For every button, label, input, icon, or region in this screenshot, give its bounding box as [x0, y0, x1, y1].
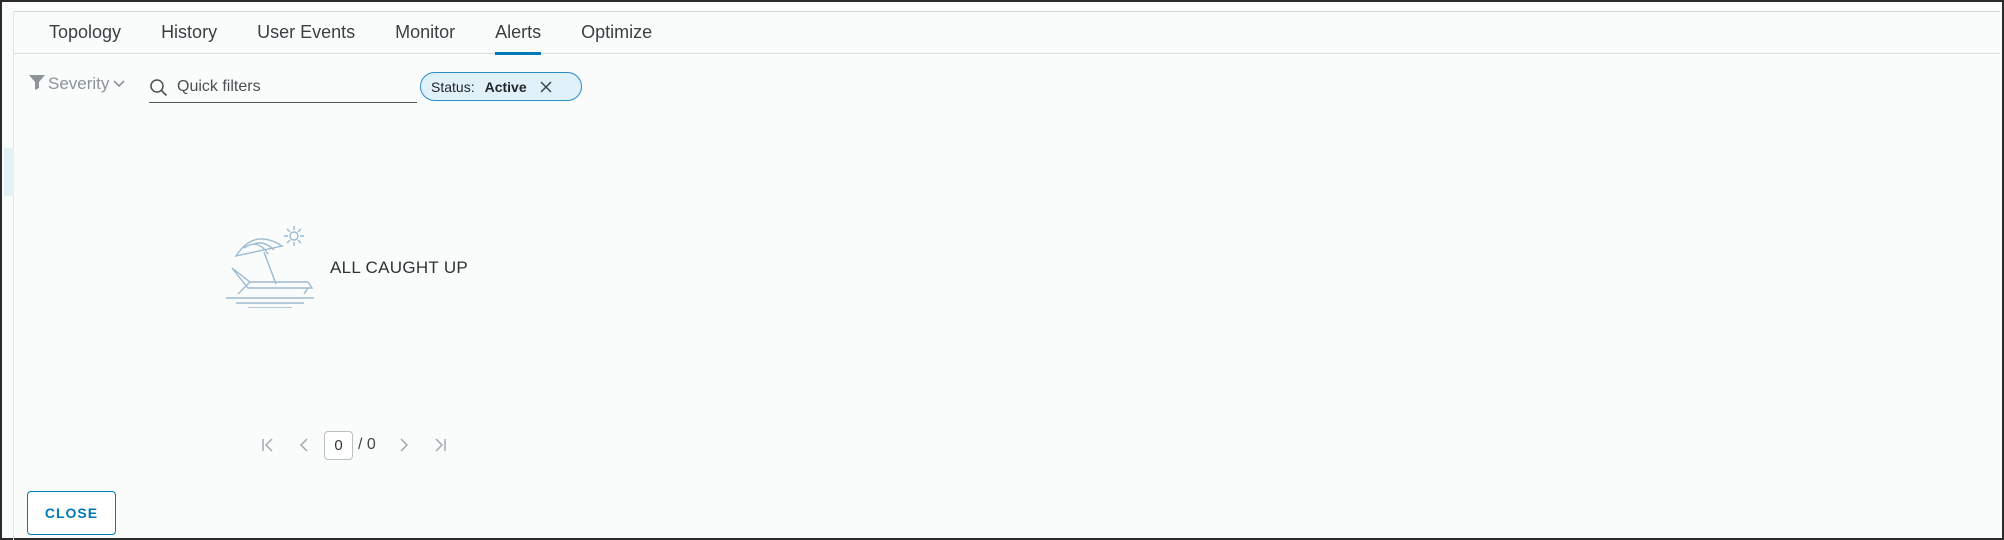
status-filter-chip: Status: Active — [420, 72, 582, 101]
side-gutter — [4, 12, 14, 540]
page-total: / 0 — [358, 436, 376, 453]
tab-monitor[interactable]: Monitor — [395, 12, 455, 54]
filter-toolbar: Severity Status: Active — [14, 62, 2000, 112]
tab-topology[interactable]: Topology — [49, 12, 121, 54]
empty-state-label: ALL CAUGHT UP — [330, 257, 469, 277]
tab-bar: Topology History User Events Monitor Ale… — [14, 12, 2000, 55]
tab-optimize[interactable]: Optimize — [581, 12, 652, 54]
search-icon — [149, 77, 169, 97]
tab-history[interactable]: History — [161, 12, 217, 54]
filter-icon — [28, 73, 48, 96]
first-page-button[interactable] — [250, 429, 286, 461]
tab-user-events[interactable]: User Events — [257, 12, 355, 54]
previous-page-button[interactable] — [286, 429, 322, 461]
tab-alerts[interactable]: Alerts — [495, 12, 542, 55]
close-icon[interactable] — [539, 80, 553, 94]
quick-filter-field — [149, 71, 417, 103]
quick-filter-input[interactable] — [177, 77, 407, 96]
pagination: / 0 — [250, 429, 458, 461]
close-button[interactable]: CLOSE — [27, 491, 116, 535]
beach-chair-umbrella-icon — [224, 222, 316, 313]
chevron-down-icon — [112, 77, 128, 91]
next-page-button[interactable] — [386, 429, 422, 461]
severity-filter-dropdown[interactable]: Severity — [28, 72, 128, 96]
alerts-panel: Topology History User Events Monitor Ale… — [0, 0, 2004, 540]
chip-key: Status: — [431, 78, 475, 95]
page-number-input[interactable] — [324, 430, 353, 460]
empty-state: ALL CAUGHT UP — [224, 222, 468, 313]
last-page-button[interactable] — [422, 429, 458, 461]
chip-value: Active — [484, 78, 527, 95]
gutter-marker — [4, 148, 14, 196]
severity-label: Severity — [48, 74, 110, 93]
